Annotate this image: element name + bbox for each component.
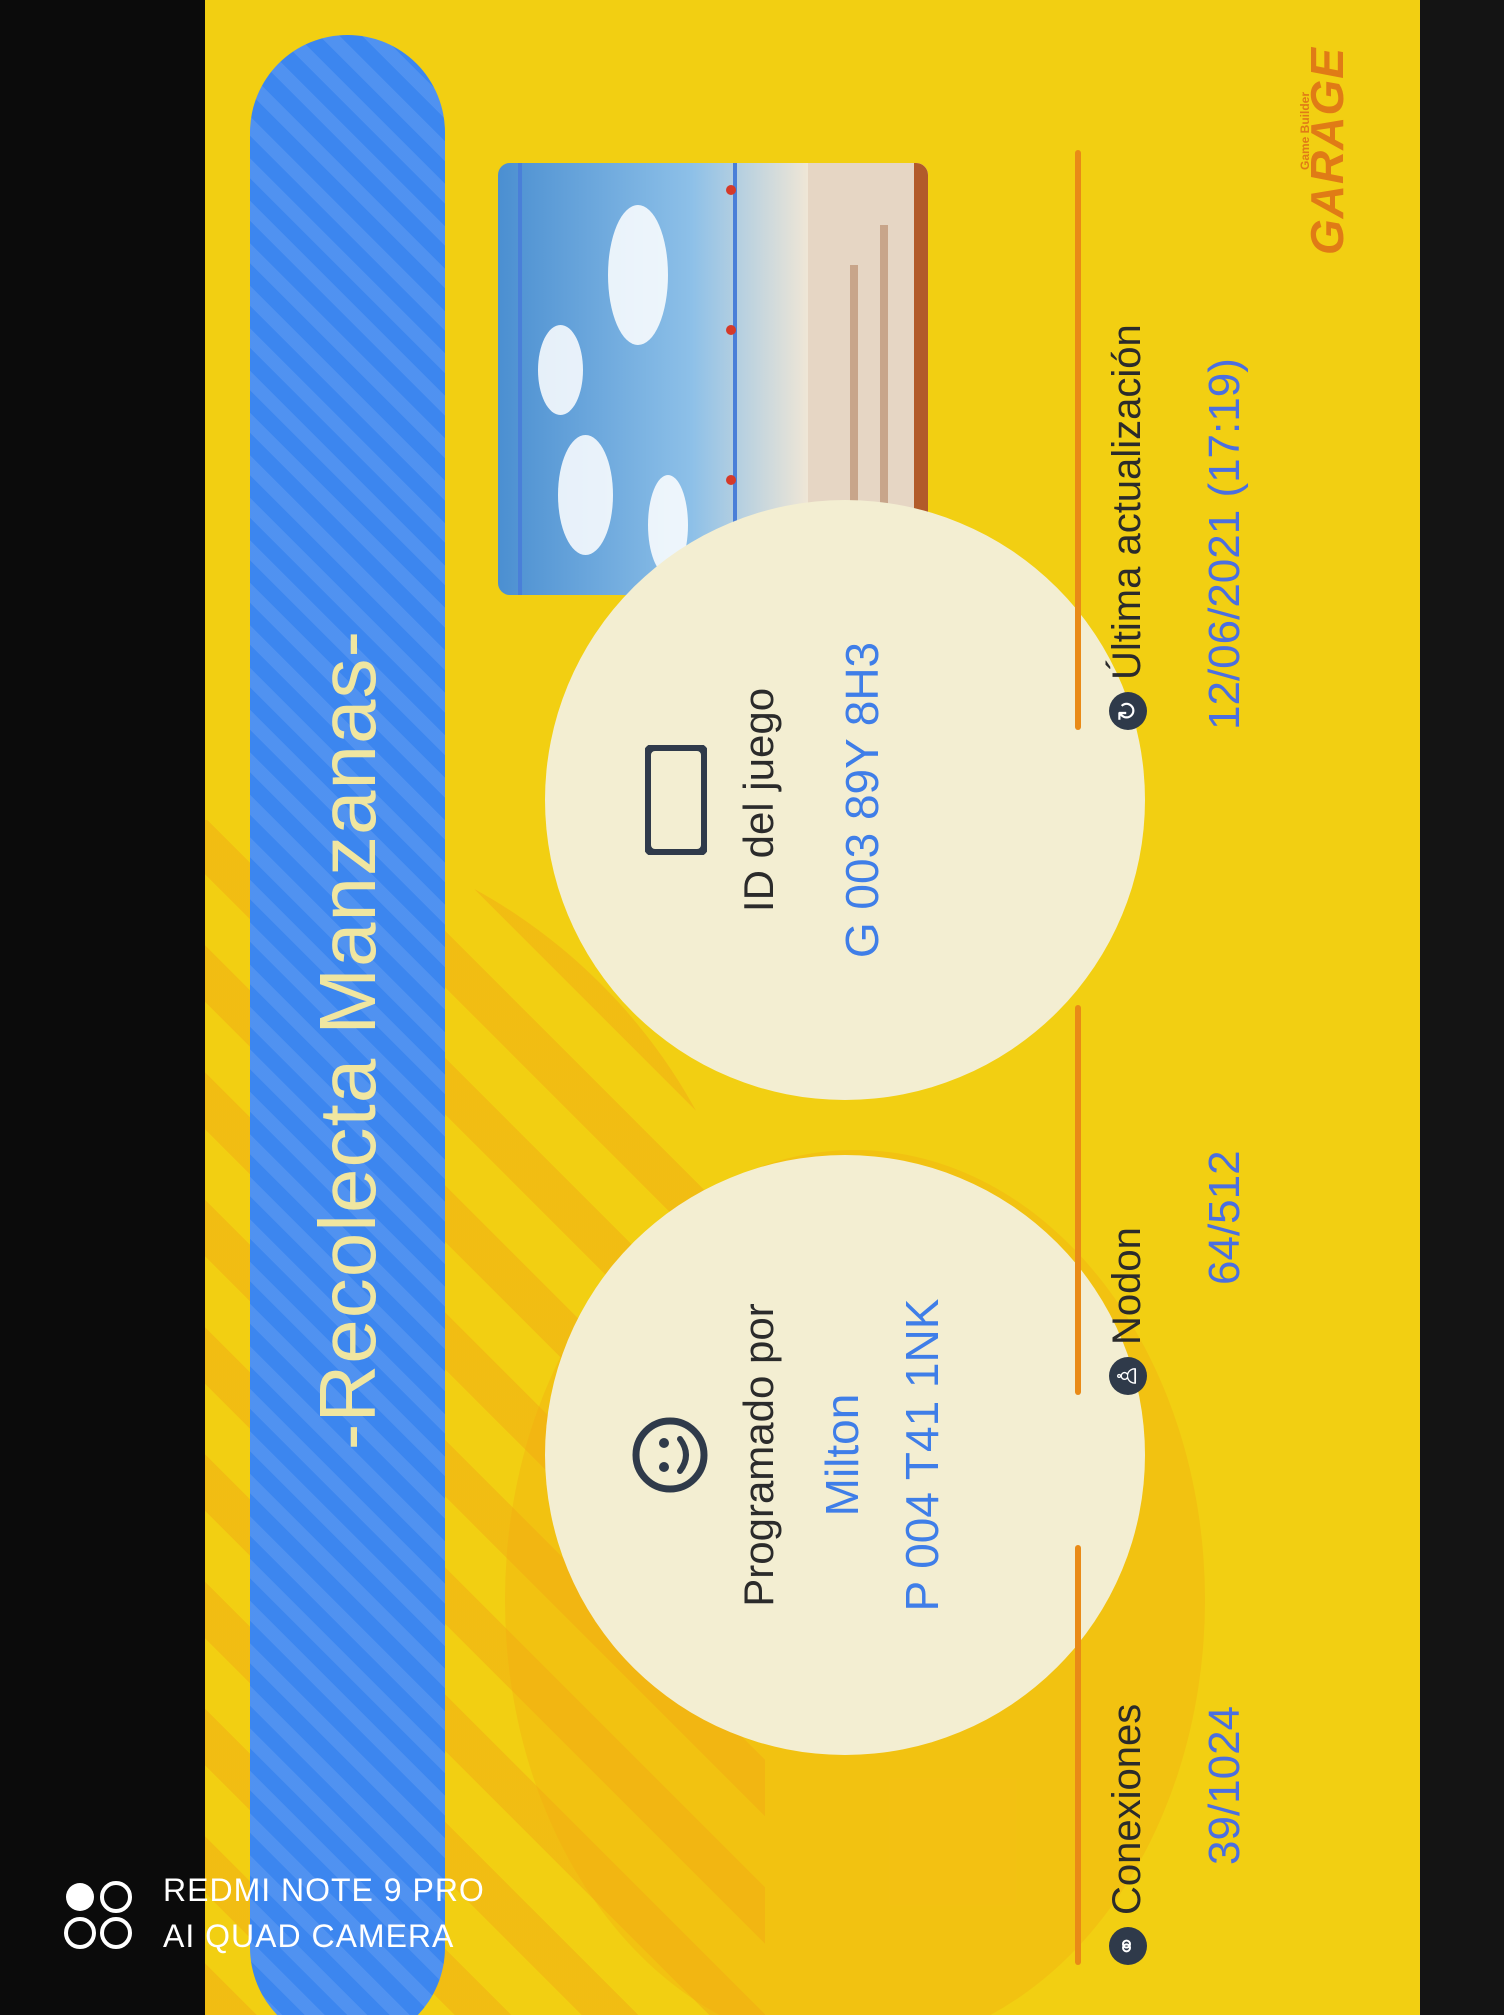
apple bbox=[726, 475, 736, 485]
game-rail bbox=[518, 163, 522, 595]
device-bezel bbox=[1420, 0, 1504, 2015]
game-title: -Recolecta Manzanas- bbox=[302, 629, 392, 1451]
camera-watermark: REDMI NOTE 9 PRO AI QUAD CAMERA bbox=[60, 1872, 580, 1962]
stat-header: ⚭ Conexiones bbox=[1105, 1704, 1150, 1965]
rotated-content: -Recolecta Manzanas- ID del juego G 003 … bbox=[205, 0, 1420, 2015]
stat-divider bbox=[1075, 150, 1081, 730]
programmer-circle: Programado por Milton P 004 T41 1NK bbox=[545, 1155, 1145, 1755]
stat-value: 12/06/2021 (17:19) bbox=[1200, 358, 1249, 730]
stat-last-update: ↻ Última actualización 12/06/2021 (17:19… bbox=[1075, 150, 1305, 730]
cloud bbox=[558, 435, 613, 555]
apple bbox=[726, 325, 736, 335]
game-id-label: ID del juego bbox=[735, 687, 782, 913]
watermark-line1: REDMI NOTE 9 PRO bbox=[163, 1872, 485, 1908]
stat-label: Última actualización bbox=[1105, 324, 1149, 680]
switch-console-icon bbox=[645, 500, 707, 1100]
garage-logo: Game Builder GARAGE bbox=[1298, 47, 1370, 255]
stat-divider bbox=[1075, 1005, 1081, 1395]
stat-connections: ⚭ Conexiones 39/1024 bbox=[1075, 1545, 1305, 1965]
stat-header: ♙ Nodon bbox=[1105, 1227, 1150, 1395]
apple bbox=[726, 185, 736, 195]
stat-header: ↻ Última actualización bbox=[1105, 324, 1150, 730]
stat-nodon: ♙ Nodon 64/512 bbox=[1075, 1005, 1305, 1395]
programmer-id: P 004 T41 1NK bbox=[896, 1298, 948, 1612]
game-platform bbox=[880, 225, 888, 545]
cloud bbox=[608, 205, 668, 345]
programmer-name: Milton bbox=[816, 1393, 868, 1517]
cloud bbox=[538, 325, 583, 415]
connection-icon: ⚭ bbox=[1108, 1927, 1147, 1965]
programmer-label: Programado por bbox=[735, 1303, 782, 1607]
stat-label: Conexiones bbox=[1105, 1703, 1149, 1915]
watermark-line2: AI QUAD CAMERA bbox=[163, 1918, 455, 1954]
smiley-face-icon bbox=[630, 1155, 710, 1755]
nodon-icon: ♙ bbox=[1108, 1357, 1147, 1395]
camera-logo-icon bbox=[64, 1881, 132, 1949]
stat-value: 39/1024 bbox=[1200, 1705, 1249, 1865]
game-platform bbox=[850, 265, 858, 505]
stat-value: 64/512 bbox=[1200, 1150, 1249, 1285]
title-banner: -Recolecta Manzanas- bbox=[250, 35, 445, 2015]
game-id-value: G 003 89Y 8H3 bbox=[836, 641, 888, 959]
game-info-screen: -Recolecta Manzanas- ID del juego G 003 … bbox=[205, 0, 1420, 2015]
logo-small-text: Game Builder bbox=[1298, 91, 1312, 170]
stat-divider bbox=[1075, 1545, 1081, 1965]
stat-label: Nodon bbox=[1105, 1227, 1149, 1345]
refresh-icon: ↻ bbox=[1108, 692, 1147, 730]
game-id-circle: ID del juego G 003 89Y 8H3 bbox=[545, 500, 1145, 1100]
